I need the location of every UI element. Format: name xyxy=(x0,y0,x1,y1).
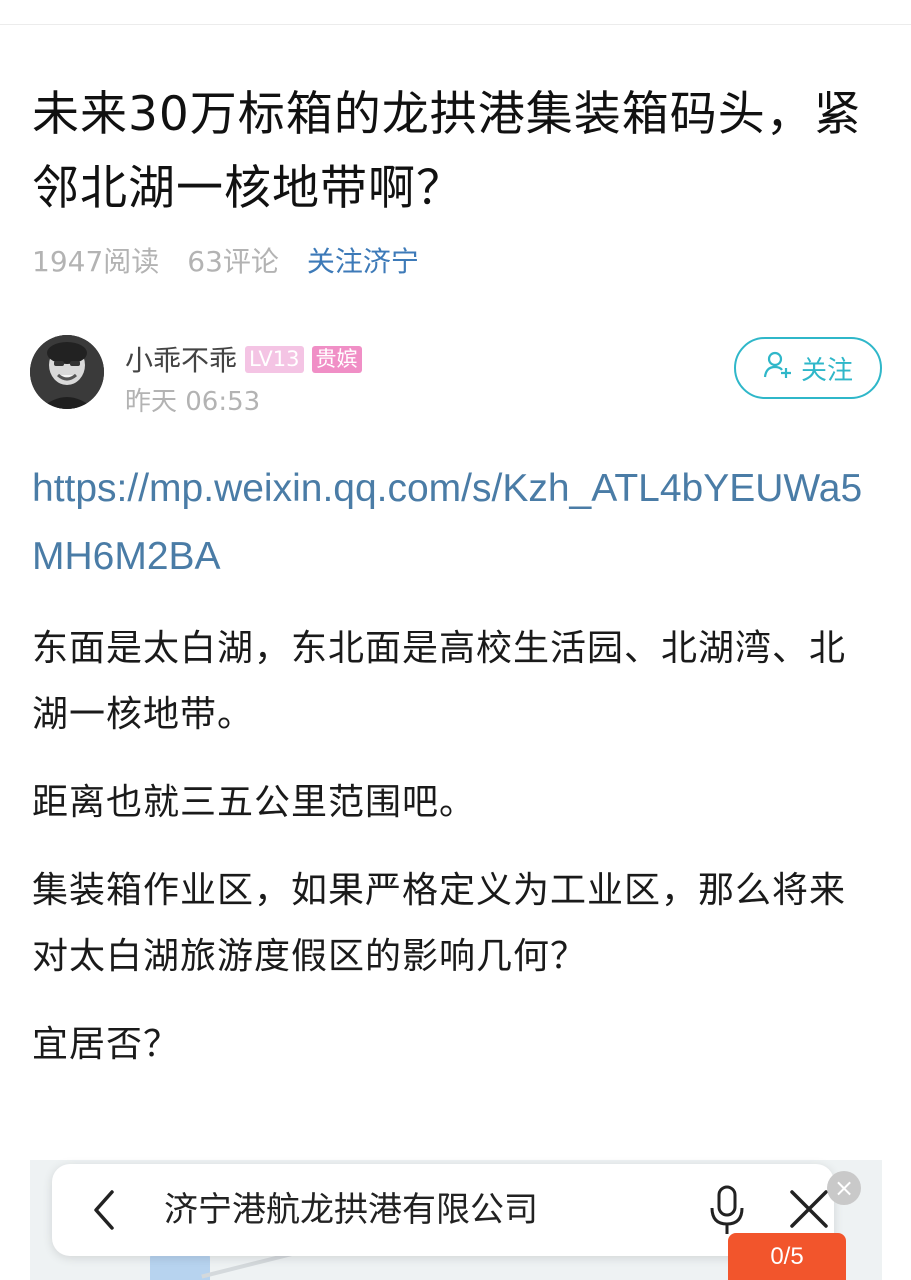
back-button[interactable] xyxy=(82,1186,130,1234)
paragraph: 宜居否？ xyxy=(32,1024,181,1065)
article-link[interactable]: https://mp.weixin.qq.com/s/Kzh_ATL4bYEUW… xyxy=(32,455,882,591)
paragraph: 东面是太白湖，东北面是高校生活园、北湖湾、北湖一核地带。 xyxy=(32,628,847,735)
read-count: 1947阅读 xyxy=(32,245,160,278)
post-title: 未来30万标箱的龙拱港集装箱码头，紧邻北湖一核地带啊？ xyxy=(32,87,862,216)
top-divider xyxy=(0,24,911,25)
paragraph: 集装箱作业区，如果严格定义为工业区，那么将来对太白湖旅游度假区的影响几何？ xyxy=(32,870,847,977)
rank-badge: 贵嫔 xyxy=(311,345,362,373)
paragraph: 距离也就三五公里范围吧。 xyxy=(32,782,477,823)
close-search-button[interactable] xyxy=(786,1186,832,1232)
search-overlay-bar: 济宁港航龙拱港有限公司 xyxy=(52,1164,834,1256)
author-name[interactable]: 小乖不乖 xyxy=(125,339,237,379)
result-counter: 0/5 xyxy=(728,1233,846,1280)
level-badge: LV13 xyxy=(245,345,304,373)
search-query-text[interactable]: 济宁港航龙拱港有限公司 xyxy=(164,1186,538,1234)
post-meta: 1947阅读 63评论 关注济宁 xyxy=(32,238,447,282)
voice-search-button[interactable] xyxy=(702,1182,752,1238)
post-time: 昨天 06:53 xyxy=(125,387,261,417)
follow-button-label: 关注 xyxy=(800,355,853,386)
avatar[interactable] xyxy=(30,335,104,409)
add-user-icon xyxy=(763,350,801,387)
author-name-row: 小乖不乖 LV13 贵嫔 xyxy=(125,339,362,379)
follow-topic-link[interactable]: 关注济宁 xyxy=(307,240,419,280)
clear-button[interactable]: × xyxy=(827,1171,861,1205)
chevron-left-icon xyxy=(82,1190,130,1238)
author-block: 小乖不乖 LV13 贵嫔 昨天 06:53 关注 xyxy=(30,335,882,417)
follow-button[interactable]: 关注 xyxy=(734,337,882,399)
clear-icon: × xyxy=(833,1174,855,1202)
post-content: https://mp.weixin.qq.com/s/Kzh_ATL4bYEUW… xyxy=(32,455,882,1100)
comment-count: 63评论 xyxy=(187,245,279,278)
